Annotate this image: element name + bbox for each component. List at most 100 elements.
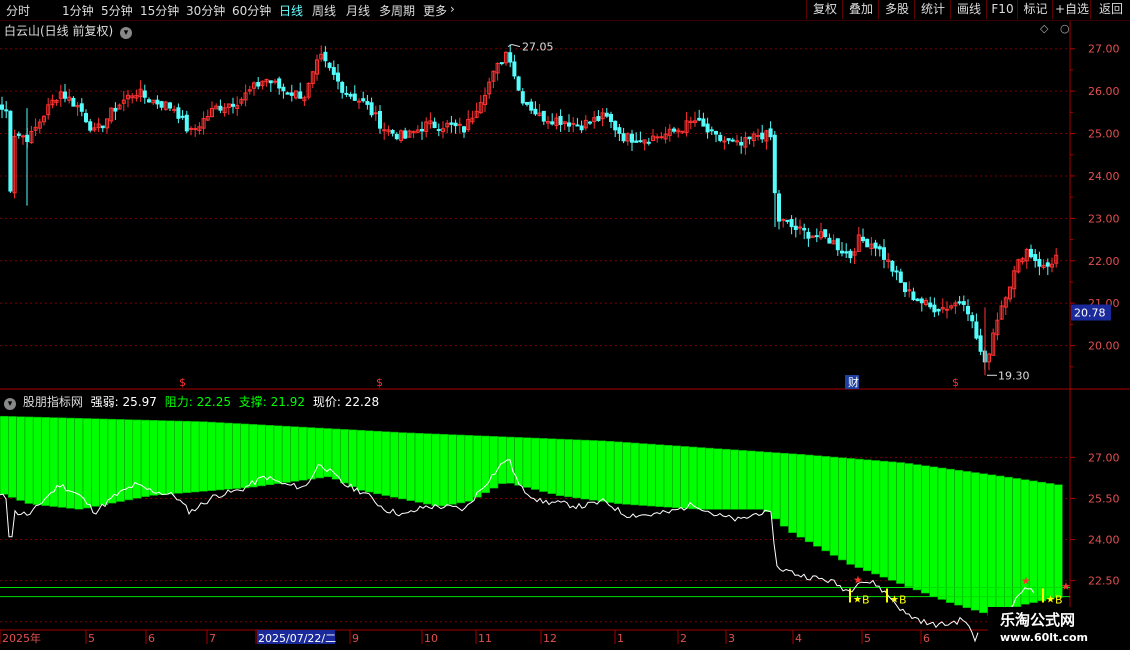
chevron-down-icon[interactable]: ▾ — [120, 27, 133, 39]
candle-body — [84, 113, 88, 123]
candle-body — [172, 108, 177, 111]
strength-band-bar — [82, 418, 92, 509]
candle-body — [898, 271, 903, 283]
time-axis-label: 9 — [352, 632, 359, 645]
time-axis-label: 3 — [728, 632, 735, 645]
chart-canvas: ★ B ★ B ★ B★ ★ ★ 27.0026.0025.0024.0023.0022.00… — [0, 21, 1130, 645]
price-tick-label: 25.00 — [1088, 128, 1120, 141]
signal-label: B — [1055, 593, 1063, 606]
candle-body — [714, 131, 718, 135]
diamond-icon[interactable]: ◇ — [1040, 22, 1048, 35]
signal-star-icon: ★ — [890, 594, 899, 605]
time-axis-label: 6 — [148, 632, 155, 645]
candle-body — [193, 128, 198, 131]
signal-star-icon: ★ — [1046, 594, 1055, 605]
strength-band-bar — [32, 416, 42, 506]
strength-band-bar — [306, 427, 316, 480]
strength-band-bar — [572, 439, 582, 499]
event-marker: $ — [952, 376, 959, 389]
candle-body — [966, 305, 970, 315]
strength-band-bar — [132, 419, 142, 499]
strength-band-bar — [871, 460, 881, 575]
strength-band-bar — [655, 444, 665, 507]
strength-band-bar — [813, 455, 823, 547]
candle-body — [760, 132, 765, 140]
strength-band-bar — [854, 458, 864, 568]
strength-band-bar — [879, 460, 889, 578]
strength-band-bar — [987, 474, 997, 616]
strength-band-bar — [721, 448, 731, 510]
candle-body — [289, 92, 294, 96]
candle-body — [88, 121, 93, 131]
strength-band-bar — [57, 417, 67, 508]
high-price-label: 27.05 — [522, 41, 554, 54]
candle-body — [147, 99, 151, 103]
strength-band-bar — [456, 434, 466, 504]
strength-band-bar — [24, 416, 34, 504]
candle-body — [701, 118, 706, 127]
candle-body — [630, 133, 634, 143]
candle-body — [558, 116, 563, 125]
candle-body — [655, 136, 660, 139]
strength-band-bar — [937, 467, 947, 600]
strength-band-bar — [738, 450, 748, 510]
candle-body — [420, 128, 424, 132]
strength-band-bar — [730, 449, 740, 510]
candle-body — [739, 141, 744, 146]
strength-band-bar — [74, 417, 84, 510]
candle-body — [348, 93, 353, 97]
candle-body — [533, 108, 538, 115]
strength-band-bar — [182, 420, 192, 493]
candle-body — [340, 81, 345, 93]
candle-body — [365, 101, 370, 105]
candle-body — [21, 135, 25, 138]
price-panel-title: 白云山(日线 前复权) ▾ — [4, 22, 133, 39]
strength-band-bar — [995, 475, 1005, 615]
strength-band-bar — [99, 418, 109, 506]
candle-body — [1037, 258, 1042, 267]
candle-body — [827, 237, 832, 244]
candle-body — [919, 298, 924, 304]
strength-band-bar — [846, 458, 856, 565]
strength-band-bar — [671, 445, 681, 509]
strength-band-bar — [904, 463, 914, 588]
candle-body — [697, 117, 702, 121]
candle-body — [865, 238, 870, 248]
signal-star-icon: ★ — [853, 594, 862, 605]
price-tick-label: 23.00 — [1088, 212, 1120, 225]
circle-icon[interactable]: ○ — [1060, 22, 1070, 35]
strength-band-bar — [547, 438, 557, 494]
indicator-tick-label: 27.00 — [1088, 451, 1120, 464]
candle-body — [142, 90, 147, 98]
strength-band-bar — [580, 439, 590, 500]
candle-body — [848, 250, 853, 259]
strength-band-bar — [447, 434, 457, 505]
strength-band-bar — [597, 440, 607, 502]
strength-band-bar — [232, 423, 241, 489]
strength-band-bar — [539, 438, 549, 492]
support-value: 21.92 — [270, 395, 306, 409]
low-price-label: 19.30 — [998, 369, 1030, 382]
candle-body — [907, 289, 912, 292]
warning-star-icon: ★ — [1021, 575, 1031, 588]
strength-band-bar — [945, 468, 955, 603]
candle-body — [268, 80, 273, 84]
watermark-logo: 乐淘公式网 www.60lt.com — [988, 607, 1130, 650]
candle-body — [462, 126, 466, 133]
candle-body — [722, 140, 727, 143]
candle-body — [961, 301, 966, 305]
candle-body — [621, 133, 626, 142]
candle-body — [100, 125, 105, 129]
strength-band-bar — [339, 429, 349, 484]
strength-band-bar — [165, 420, 175, 495]
strength-band-bar — [954, 469, 964, 606]
indicator-tick-label: 24.00 — [1088, 534, 1120, 547]
candle-body — [529, 101, 534, 111]
candle-body — [571, 122, 576, 125]
support-label: 支撑: — [238, 395, 267, 409]
chevron-down-icon[interactable]: ▾ — [4, 398, 16, 410]
candle-body — [915, 298, 920, 302]
strength-band-bar — [788, 453, 798, 534]
strength-band-bar — [356, 430, 366, 491]
candle-body — [218, 105, 223, 111]
